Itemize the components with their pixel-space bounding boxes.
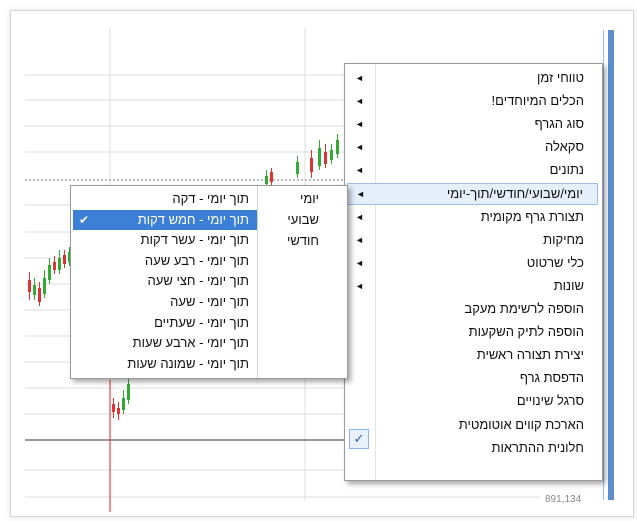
intraday-option[interactable]: תוך יומי - חצי שעה bbox=[73, 271, 257, 291]
context-menu-item[interactable]: נתונים ◄ bbox=[347, 159, 598, 181]
context-menu-item[interactable]: כלי שרטוט ◄ bbox=[347, 252, 598, 274]
context-menu-item[interactable]: הדפסת גרף bbox=[347, 367, 598, 389]
intraday-option-label: תוך יומי - ארבע שעות bbox=[132, 335, 249, 350]
context-menu-item[interactable]: הוספה לתיק השקעות bbox=[347, 321, 598, 343]
context-menu-item-label: סרגל שינויים bbox=[516, 393, 584, 408]
period-option-label: שבועי bbox=[287, 212, 319, 227]
context-menu-item[interactable]: סוג הגרף ◄ bbox=[347, 113, 598, 135]
period-option[interactable]: שבועי bbox=[259, 210, 343, 230]
intraday-option[interactable]: תוך יומי - עשר דקות bbox=[73, 230, 257, 250]
submenu-arrow-icon: ◄ bbox=[355, 235, 364, 245]
context-menu-item-label: שונות bbox=[553, 278, 584, 293]
submenu-arrow-icon: ◄ bbox=[355, 73, 364, 83]
intraday-option-label: תוך יומי - שעה bbox=[170, 294, 249, 309]
submenu-arrow-icon: ◄ bbox=[355, 258, 364, 268]
context-menu-item[interactable]: הוספה לרשימת מעקב bbox=[347, 298, 598, 320]
price-axis-label: 891,134 bbox=[545, 494, 582, 505]
period-option[interactable]: יומי bbox=[259, 189, 343, 209]
intraday-option[interactable]: תוך יומי - ארבע שעות bbox=[73, 333, 257, 353]
intraday-option-label: תוך יומי - שמונה שעות bbox=[127, 356, 249, 371]
candles-left bbox=[28, 247, 71, 306]
context-menu-item[interactable]: טווחי זמן ◄ bbox=[347, 67, 598, 89]
context-menu-item-label: מחיקות bbox=[543, 232, 584, 247]
context-menu-item-label: הוספה לתיק השקעות bbox=[468, 324, 584, 339]
intraday-option[interactable]: תוך יומי - רבע שעה bbox=[73, 251, 257, 271]
submenu-arrow-icon: ◄ bbox=[355, 281, 364, 291]
intraday-option[interactable]: תוך יומי - חמש דקות ✔ bbox=[73, 210, 257, 230]
context-menu-item[interactable]: מחיקות ◄ bbox=[347, 229, 598, 251]
context-menu-item[interactable]: יומי/שבועי/חודשי/תוך-יומי ◄ bbox=[347, 183, 598, 205]
price-axis-bar[interactable] bbox=[608, 30, 614, 500]
period-option-label: חודשי bbox=[286, 233, 319, 248]
intraday-option[interactable]: תוך יומי - שעה bbox=[73, 292, 257, 312]
context-menu-item-label: הכלים המיוחדים! bbox=[491, 93, 584, 108]
period-option-label: יומי bbox=[299, 191, 319, 206]
intraday-option[interactable]: תוך יומי - דקה bbox=[73, 189, 257, 209]
period-option[interactable]: חודשי bbox=[259, 231, 343, 251]
context-menu-item-label: תצורת גרף מקומית bbox=[480, 209, 584, 224]
context-menu-item-label: הוספה לרשימת מעקב bbox=[464, 301, 584, 316]
context-menu-item-label: יומי/שבועי/חודשי/תוך-יומי bbox=[446, 186, 583, 201]
context-menu-item[interactable]: הכלים המיוחדים! ◄ bbox=[347, 90, 598, 112]
intraday-option-label: תוך יומי - עשר דקות bbox=[140, 232, 249, 247]
context-menu-item-label: טווחי זמן bbox=[536, 70, 584, 85]
timeframe-submenu: תוך יומי - דקה תוך יומי - חמש דקות ✔ תוך יו… bbox=[70, 185, 348, 379]
context-menu-item[interactable]: הארכת קווים אוטומטית bbox=[347, 414, 598, 436]
chart-context-menu: ✓ טווחי זמן ◄ הכלים המיוחדים! ◄ סוג הגרף ◄ סקא… bbox=[344, 63, 603, 481]
intraday-option-label: תוך יומי - שעתיים bbox=[154, 315, 249, 330]
context-menu-item[interactable]: תצורת גרף מקומית ◄ bbox=[347, 206, 598, 228]
context-menu-item[interactable]: שונות ◄ bbox=[347, 275, 598, 297]
context-menu-item-label: נתונים bbox=[549, 162, 584, 177]
context-menu-item-label: הדפסת גרף bbox=[519, 370, 584, 385]
submenu-arrow-icon: ◄ bbox=[355, 212, 364, 222]
context-menu-item[interactable]: חלונית ההתראות bbox=[347, 437, 598, 459]
context-menu-item-label: הארכת קווים אוטומטית bbox=[458, 417, 584, 432]
candles-top bbox=[265, 134, 339, 186]
intraday-option-label: תוך יומי - חמש דקות bbox=[137, 212, 249, 227]
intraday-option-label: תוך יומי - רבע שעה bbox=[144, 253, 249, 268]
context-menu-item-label: יצירת תצורה ראשית bbox=[476, 347, 584, 362]
context-menu-item[interactable]: סקאלה ◄ bbox=[347, 136, 598, 158]
price-axis-line bbox=[603, 30, 604, 500]
context-menu-item-label: סוג הגרף bbox=[534, 116, 584, 131]
selected-check-icon: ✔ bbox=[79, 213, 90, 227]
intraday-option[interactable]: תוך יומי - שמונה שעות bbox=[73, 354, 257, 374]
context-menu-item[interactable]: יצירת תצורה ראשית bbox=[347, 344, 598, 366]
submenu-arrow-icon: ◄ bbox=[355, 96, 364, 106]
intraday-option[interactable]: תוך יומי - שעתיים bbox=[73, 313, 257, 333]
context-menu-item[interactable]: סרגל שינויים bbox=[347, 390, 598, 412]
submenu-arrow-icon: ◄ bbox=[355, 165, 364, 175]
context-menu-item-label: חלונית ההתראות bbox=[491, 440, 584, 455]
context-menu-item-label: כלי שרטוט bbox=[526, 255, 584, 270]
intraday-option-label: תוך יומי - דקה bbox=[172, 191, 249, 206]
context-menu-item-label: סקאלה bbox=[545, 139, 584, 154]
submenu-arrow-icon: ◄ bbox=[356, 189, 365, 199]
submenu-arrow-icon: ◄ bbox=[355, 119, 364, 129]
submenu-divider bbox=[257, 186, 258, 378]
submenu-arrow-icon: ◄ bbox=[355, 142, 364, 152]
intraday-option-label: תוך יומי - חצי שעה bbox=[147, 273, 249, 288]
